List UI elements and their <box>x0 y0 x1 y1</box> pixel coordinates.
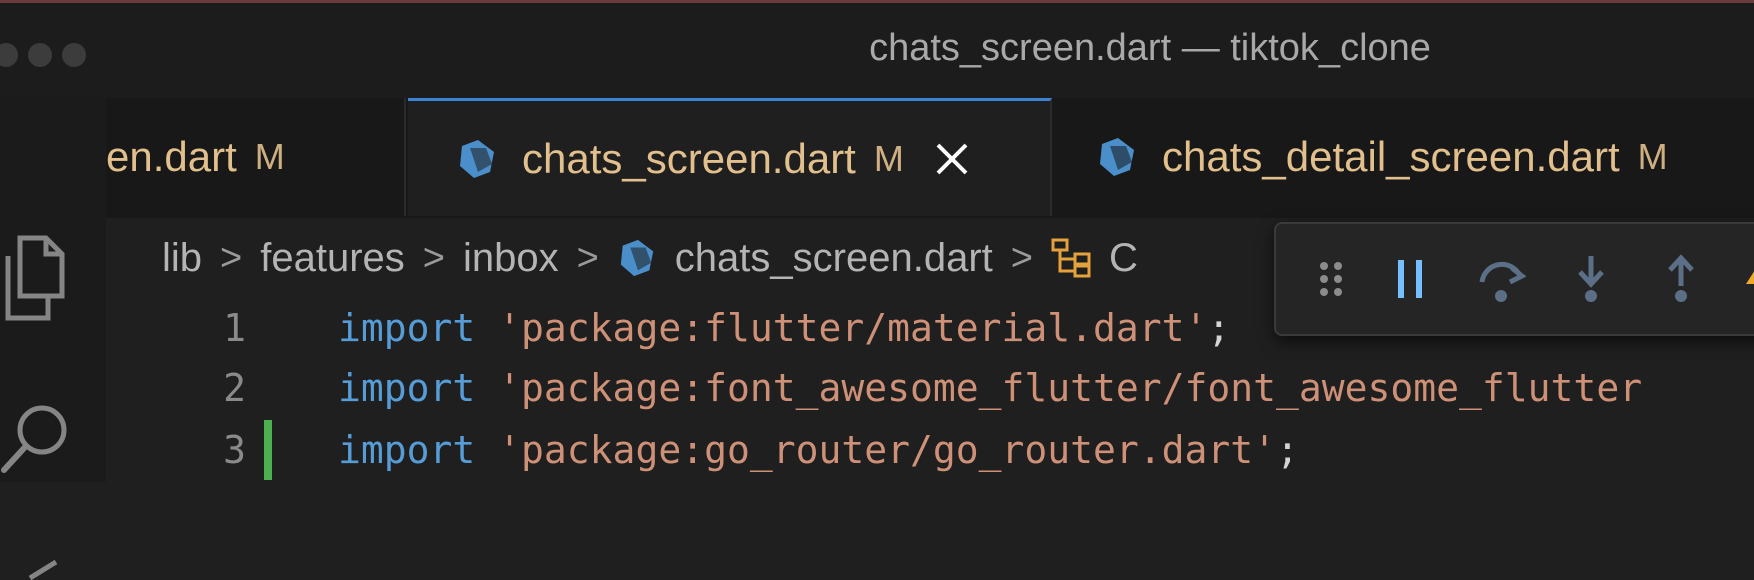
code-text: import 'package:flutter/material.dart'; <box>338 306 1230 350</box>
punctuation: ; <box>1207 306 1231 350</box>
keyword: import <box>338 306 476 350</box>
step-into-icon[interactable] <box>1566 254 1616 304</box>
activity-bar <box>0 98 106 580</box>
breadcrumb-item[interactable]: features <box>260 236 405 281</box>
tab-label: chats_screen.dart <box>522 134 856 182</box>
chevron-right-icon: > <box>220 236 243 279</box>
source-control-icon[interactable] <box>10 560 70 580</box>
breadcrumb-item[interactable]: lib <box>162 236 202 281</box>
tab-label: chats_detail_screen.dart <box>1162 133 1620 180</box>
line-number: 1 <box>223 306 246 350</box>
tab-chats-screen[interactable]: chats_screen.dart M <box>408 98 1052 216</box>
dart-file-icon <box>1100 138 1134 176</box>
search-icon[interactable] <box>0 400 80 480</box>
string-literal: 'package:go_router/go_router.dart' <box>498 428 1277 472</box>
string-literal: 'package:flutter/material.dart' <box>498 306 1208 350</box>
modified-badge: M <box>1637 136 1668 177</box>
pause-icon[interactable] <box>1386 254 1436 304</box>
step-out-icon[interactable] <box>1656 254 1706 304</box>
code-line: 3 import 'package:go_router/go_router.da… <box>106 420 1754 480</box>
code-line: 2 import 'package:font_awesome_flutter/f… <box>106 358 1754 418</box>
step-over-icon[interactable] <box>1476 254 1526 304</box>
tab-chats-detail-screen[interactable]: chats_detail_screen.dart M <box>1052 98 1754 216</box>
title-bar: chats_screen.dart — tiktok_clone <box>0 3 1754 98</box>
chevron-right-icon: > <box>1010 236 1033 279</box>
line-number: 3 <box>223 428 246 472</box>
breadcrumb-item-partial[interactable]: C <box>1109 236 1138 281</box>
keyword: import <box>338 366 476 410</box>
tab-label: en.dart <box>106 133 237 180</box>
window-title: chats_screen.dart — tiktok_clone <box>869 27 1431 69</box>
code-text: import 'package:font_awesome_flutter/fon… <box>338 366 1642 410</box>
drag-handle-icon[interactable] <box>1306 254 1356 304</box>
breadcrumb-item[interactable]: chats_screen.dart <box>675 236 993 281</box>
breadcrumb-item[interactable]: inbox <box>463 236 559 281</box>
dart-file-icon <box>460 139 494 178</box>
keyword: import <box>338 428 476 472</box>
added-line-gutter-mark <box>264 420 272 480</box>
window-zoom-dot[interactable] <box>62 43 86 67</box>
modified-badge: M <box>254 136 285 177</box>
window-close-dot[interactable] <box>0 43 18 67</box>
hot-reload-icon[interactable] <box>1736 254 1754 304</box>
debug-toolbar <box>1274 222 1754 336</box>
class-symbol-icon <box>1051 238 1091 278</box>
line-number: 2 <box>223 366 246 410</box>
window-minimize-dot[interactable] <box>28 43 52 67</box>
close-icon[interactable] <box>934 141 970 177</box>
chevron-right-icon: > <box>576 236 599 279</box>
modified-badge: M <box>873 137 904 179</box>
punctuation: ; <box>1276 428 1299 472</box>
dart-file-icon <box>620 239 653 277</box>
tab-en-dart[interactable]: en.dart M <box>106 98 406 216</box>
explorer-icon[interactable] <box>0 234 80 324</box>
chevron-right-icon: > <box>422 236 445 279</box>
tab-bar: en.dart M chats_screen.dart M chats_deta… <box>106 98 1754 218</box>
code-text: import 'package:go_router/go_router.dart… <box>338 428 1299 472</box>
string-literal: 'package:font_awesome_flutter/font_aweso… <box>498 366 1643 410</box>
